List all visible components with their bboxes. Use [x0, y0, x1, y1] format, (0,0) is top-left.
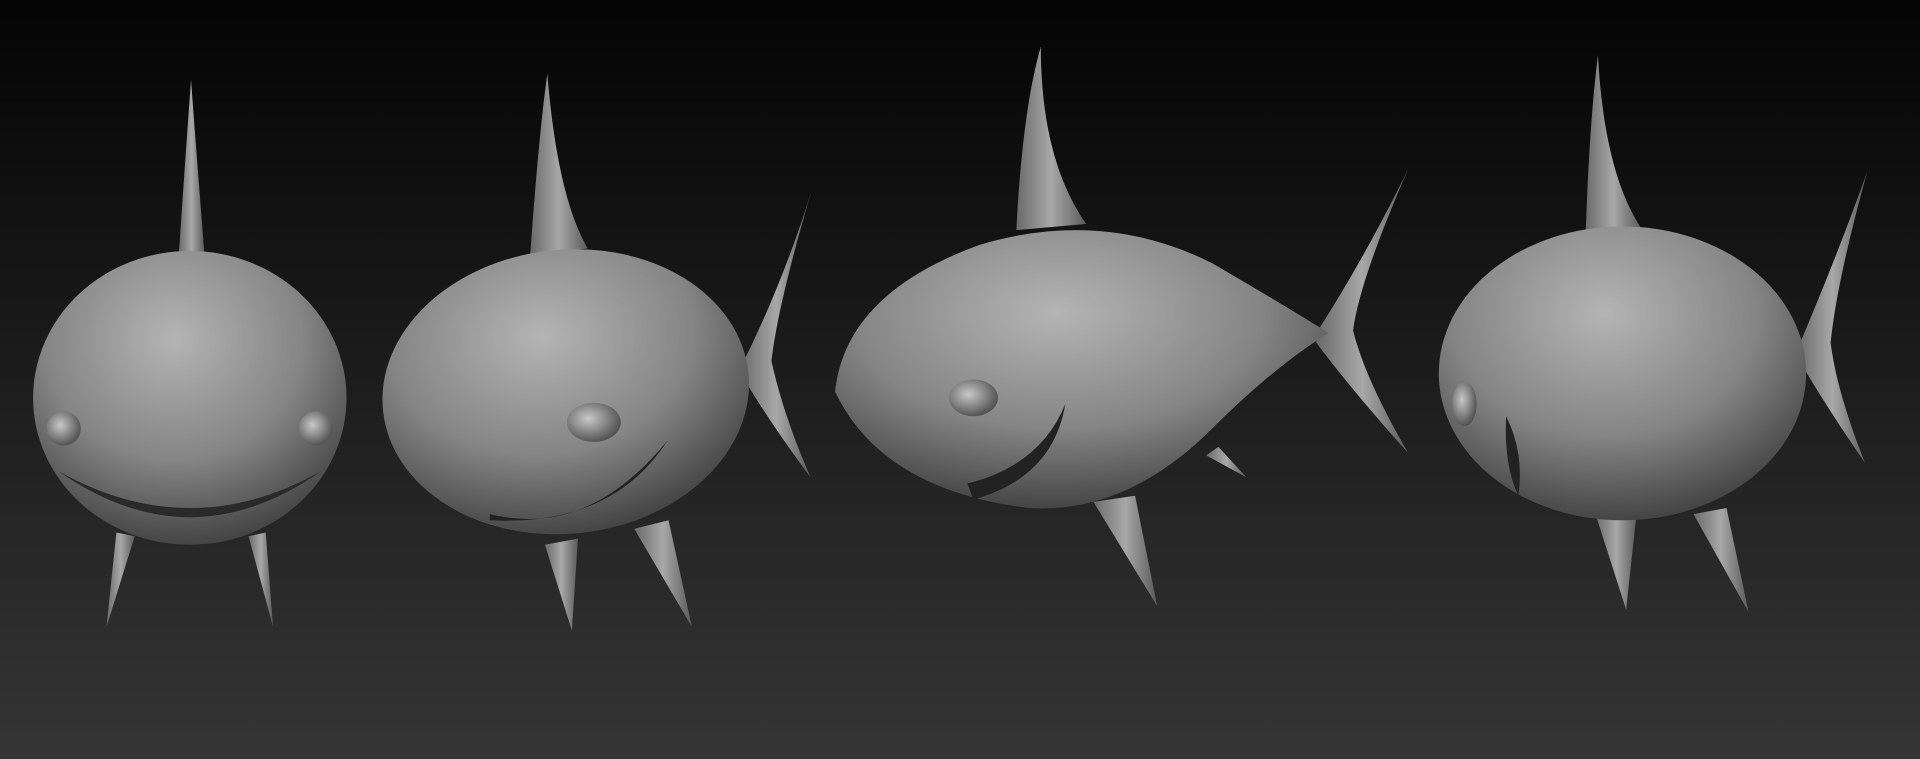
render-viewport — [0, 0, 1920, 759]
body — [33, 250, 347, 545]
eye — [948, 379, 998, 417]
eye — [1452, 381, 1477, 427]
eye-left — [46, 411, 81, 446]
body — [1438, 226, 1807, 521]
eye-right — [298, 411, 334, 446]
eye — [566, 402, 621, 442]
